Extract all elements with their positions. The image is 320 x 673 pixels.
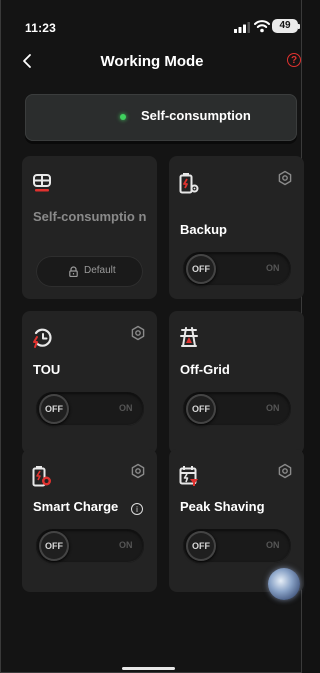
app-screen: 11:23 49 Working Mode ? Self-consumption xyxy=(0,0,304,673)
toggle-on-label: ON xyxy=(266,540,280,550)
mode-card-smart-charge[interactable]: Smart Charge i OFF ON xyxy=(22,449,157,592)
mode-name: Self-consumptio n xyxy=(33,209,147,224)
mode-toggle[interactable]: OFF ON xyxy=(36,529,144,563)
toggle-on-label: ON xyxy=(266,263,280,273)
settings-icon[interactable] xyxy=(130,325,146,341)
current-mode-label: Self-consumption xyxy=(141,108,251,123)
clock-bolt-icon xyxy=(33,328,52,348)
signal-icon xyxy=(234,22,250,33)
settings-icon[interactable] xyxy=(277,170,293,186)
mode-name: Peak Shaving xyxy=(180,499,265,514)
mode-toggle[interactable]: OFF ON xyxy=(183,252,291,286)
lock-icon xyxy=(69,266,78,277)
self-consumption-icon xyxy=(33,174,51,192)
mode-card-self-consumption[interactable]: Self-consumptio n Default xyxy=(22,156,157,299)
toggle-on-label: ON xyxy=(266,403,280,413)
toggle-knob: OFF xyxy=(39,394,69,424)
default-button[interactable]: Default xyxy=(36,256,143,287)
status-bar: 11:23 49 xyxy=(1,0,303,48)
mode-toggle[interactable]: OFF ON xyxy=(183,392,291,426)
home-indicator[interactable] xyxy=(122,667,175,670)
toggle-knob: OFF xyxy=(186,254,216,284)
mode-name: Smart Charge xyxy=(33,499,119,514)
mode-name: Off-Grid xyxy=(180,362,230,377)
settings-icon[interactable] xyxy=(130,463,146,479)
toggle-knob: OFF xyxy=(186,531,216,561)
calendar-bolt-icon xyxy=(179,466,198,486)
status-time: 11:23 xyxy=(25,21,57,35)
assistant-bubble-icon[interactable] xyxy=(268,568,300,600)
mode-card-backup[interactable]: Backup OFF ON xyxy=(169,156,304,299)
help-icon[interactable]: ? xyxy=(287,53,301,67)
battery-gear-icon xyxy=(179,173,199,194)
default-label: Default xyxy=(84,265,116,276)
battery-clock-icon xyxy=(32,466,51,487)
mode-toggle[interactable]: OFF ON xyxy=(36,392,144,426)
toggle-on-label: ON xyxy=(119,540,133,550)
mode-name: Backup xyxy=(180,222,227,237)
battery-icon: 49 xyxy=(272,19,298,33)
battery-tip xyxy=(298,24,300,29)
toggle-knob: OFF xyxy=(186,394,216,424)
toggle-on-label: ON xyxy=(119,403,133,413)
mode-name: TOU xyxy=(33,362,61,377)
mode-toggle[interactable]: OFF ON xyxy=(183,529,291,563)
mode-card-off-grid[interactable]: Off-Grid OFF ON xyxy=(169,311,304,454)
toggle-knob: OFF xyxy=(39,531,69,561)
info-icon[interactable]: i xyxy=(131,503,143,515)
current-mode-banner: Self-consumption xyxy=(25,94,297,141)
settings-icon[interactable] xyxy=(277,463,293,479)
mode-card-tou[interactable]: TOU OFF ON xyxy=(22,311,157,454)
tower-icon xyxy=(180,327,198,347)
page-title: Working Mode xyxy=(100,53,204,70)
active-status-dot xyxy=(120,114,126,120)
wifi-icon xyxy=(254,20,270,33)
